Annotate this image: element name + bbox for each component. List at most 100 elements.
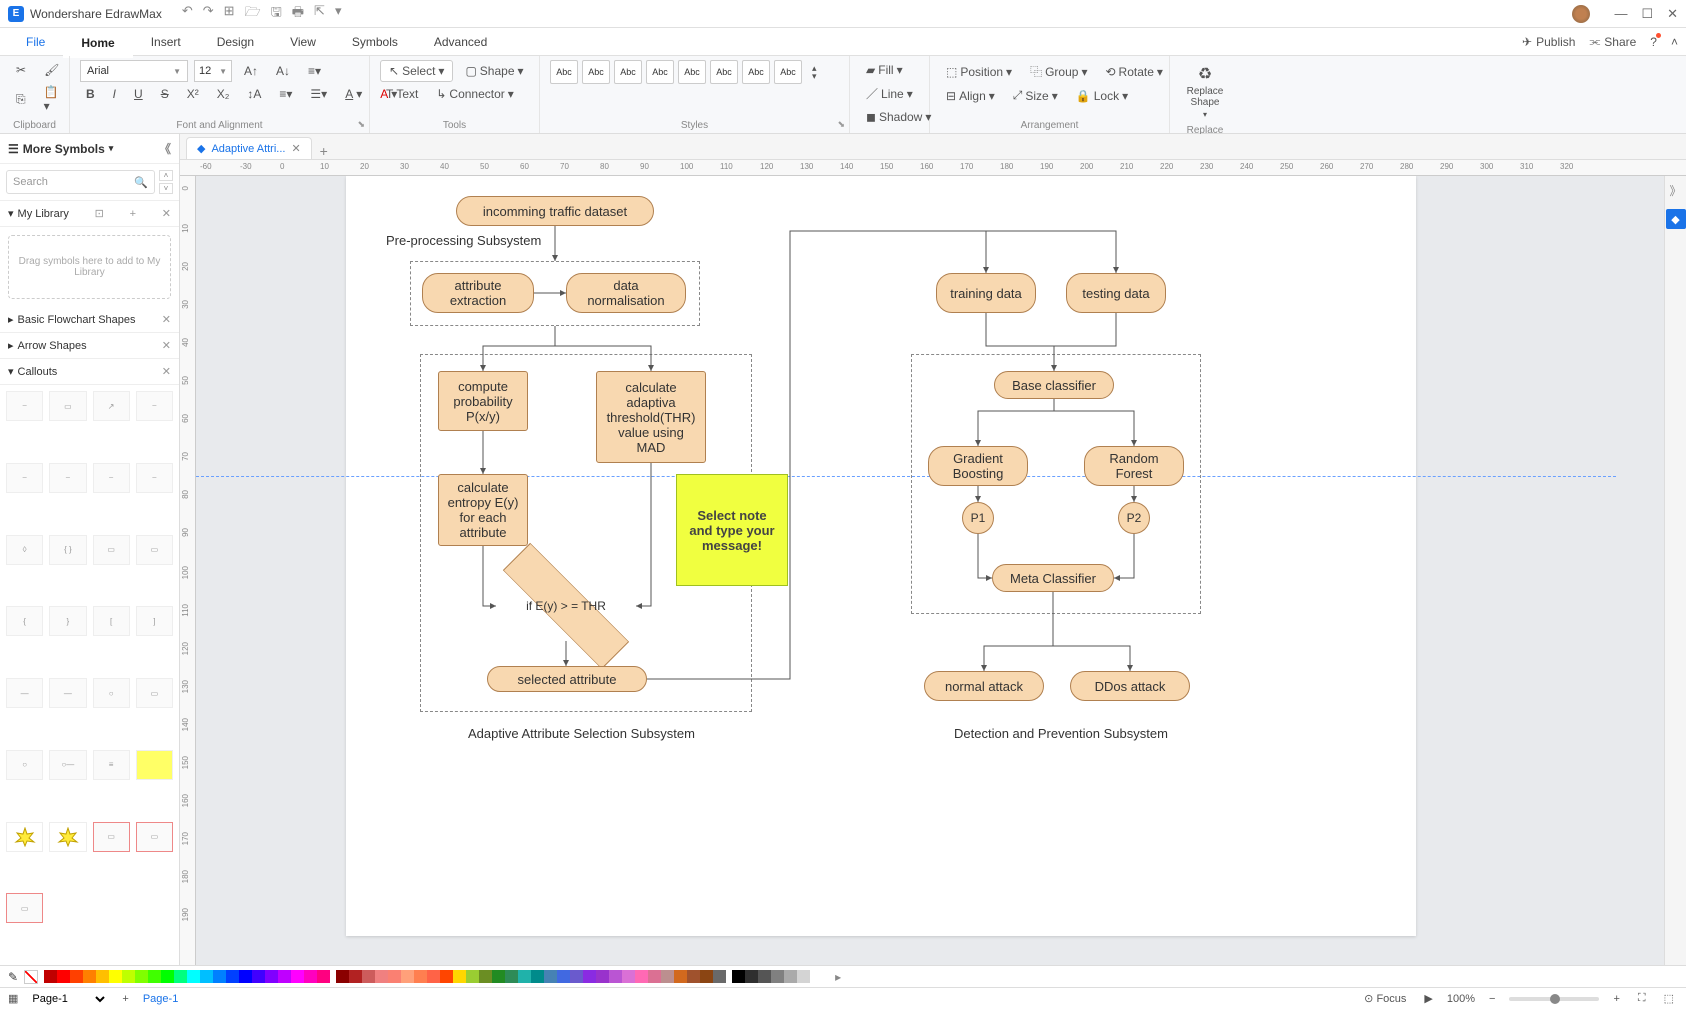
style-preset-1[interactable]: Abc bbox=[550, 60, 578, 84]
color-swatch[interactable] bbox=[362, 970, 375, 983]
save-icon[interactable]: 🖫 bbox=[271, 3, 282, 25]
callout-shape[interactable]: [ bbox=[93, 606, 130, 636]
node-incoming[interactable]: incomming traffic dataset bbox=[456, 196, 654, 226]
color-swatch[interactable] bbox=[135, 970, 148, 983]
style-preset-3[interactable]: Abc bbox=[614, 60, 642, 84]
color-swatch[interactable] bbox=[771, 970, 784, 983]
color-swatch[interactable] bbox=[122, 970, 135, 983]
color-swatch[interactable] bbox=[557, 970, 570, 983]
tab-close-icon[interactable]: ✕ bbox=[291, 142, 300, 155]
color-swatch[interactable] bbox=[700, 970, 713, 983]
callout-shape[interactable]: ⎯ bbox=[136, 463, 173, 493]
connector-tool[interactable]: ↳ Connector ▾ bbox=[430, 84, 519, 104]
color-swatch[interactable] bbox=[674, 970, 687, 983]
color-swatch[interactable] bbox=[427, 970, 440, 983]
shadow-button[interactable]: ◼ Shadow▾ bbox=[860, 107, 937, 127]
section-close-icon[interactable]: ✕ bbox=[162, 313, 171, 326]
panel-collapse-icon[interactable]: 《 bbox=[159, 140, 171, 157]
color-swatch[interactable] bbox=[148, 970, 161, 983]
zoom-out-icon[interactable]: − bbox=[1485, 993, 1499, 1005]
color-swatch[interactable] bbox=[317, 970, 330, 983]
new-icon[interactable]: ⊞ bbox=[224, 3, 235, 25]
style-gallery-more[interactable]: ▴▾ bbox=[806, 61, 823, 83]
arrow-shapes-section[interactable]: ▸ Arrow Shapes✕ bbox=[0, 333, 179, 359]
user-avatar[interactable] bbox=[1572, 5, 1590, 23]
search-up-icon[interactable]: ˄ bbox=[159, 170, 173, 181]
color-swatch[interactable] bbox=[213, 970, 226, 983]
cut-icon[interactable]: ✂ bbox=[10, 60, 32, 80]
node-decision[interactable]: if E(y) > = THR bbox=[496, 571, 636, 641]
color-swatch[interactable] bbox=[265, 970, 278, 983]
callout-note-shape[interactable] bbox=[136, 750, 173, 780]
callout-shape[interactable]: ⎯ bbox=[93, 463, 130, 493]
node-calc-entropy[interactable]: calculate entropy E(y) for each attribut… bbox=[438, 474, 528, 546]
select-tool[interactable]: ↖ Select ▾ bbox=[380, 60, 453, 82]
presentation-icon[interactable]: ▶ bbox=[1420, 992, 1436, 1005]
menu-design[interactable]: Design bbox=[199, 29, 272, 55]
color-swatch[interactable] bbox=[83, 970, 96, 983]
menu-symbols[interactable]: Symbols bbox=[334, 29, 416, 55]
bold-icon[interactable]: B bbox=[80, 84, 101, 104]
color-swatch[interactable] bbox=[713, 970, 726, 983]
group-button[interactable]: ⿻ Group▾ bbox=[1024, 60, 1093, 83]
color-swatch[interactable] bbox=[518, 970, 531, 983]
color-swatch[interactable] bbox=[531, 970, 544, 983]
color-swatch[interactable] bbox=[57, 970, 70, 983]
page-select[interactable]: Page-1 bbox=[28, 992, 108, 1006]
callout-shape[interactable]: ] bbox=[136, 606, 173, 636]
node-ddos[interactable]: DDos attack bbox=[1070, 671, 1190, 701]
right-rail-expand-icon[interactable]: 》 bbox=[1669, 182, 1681, 199]
color-swatch[interactable] bbox=[453, 970, 466, 983]
color-swatch[interactable] bbox=[174, 970, 187, 983]
copy-icon[interactable]: ⎘ bbox=[10, 89, 32, 110]
print-icon[interactable]: 🖶 bbox=[292, 3, 304, 25]
callout-shape[interactable]: ○ bbox=[6, 750, 43, 780]
color-swatch[interactable] bbox=[226, 970, 239, 983]
eyedropper-icon[interactable]: ✎ bbox=[8, 970, 18, 984]
lib-add-icon[interactable]: + bbox=[130, 208, 136, 220]
canvas-scroll[interactable]: incomming traffic dataset Pre-processing… bbox=[196, 176, 1664, 965]
page-tab[interactable]: Page-1 bbox=[143, 993, 178, 1005]
style-preset-2[interactable]: Abc bbox=[582, 60, 610, 84]
font-dialog-launcher[interactable]: ⬊ bbox=[357, 119, 365, 130]
node-selected-attr[interactable]: selected attribute bbox=[487, 666, 647, 692]
color-swatch[interactable] bbox=[187, 970, 200, 983]
italic-icon[interactable]: I bbox=[107, 84, 122, 104]
color-swatch[interactable] bbox=[440, 970, 453, 983]
node-data-norm[interactable]: data normalisation bbox=[566, 273, 686, 313]
callout-shape[interactable]: — bbox=[6, 678, 43, 708]
pages-icon[interactable]: ▦ bbox=[8, 992, 18, 1005]
color-swatch[interactable] bbox=[648, 970, 661, 983]
node-base[interactable]: Base classifier bbox=[994, 371, 1114, 399]
no-fill-swatch[interactable] bbox=[24, 970, 38, 984]
zoom-slider[interactable] bbox=[1509, 997, 1599, 1001]
align-text-icon[interactable]: ≡▾ bbox=[302, 61, 327, 81]
color-swatch[interactable] bbox=[784, 970, 797, 983]
position-button[interactable]: ⬚ Position▾ bbox=[940, 62, 1018, 82]
menu-home[interactable]: Home bbox=[63, 28, 132, 58]
color-swatch[interactable] bbox=[492, 970, 505, 983]
lib-close-icon[interactable]: ✕ bbox=[162, 207, 171, 220]
menu-insert[interactable]: Insert bbox=[133, 29, 199, 55]
color-swatch[interactable] bbox=[161, 970, 174, 983]
style-preset-8[interactable]: Abc bbox=[774, 60, 802, 84]
styles-dialog-launcher[interactable]: ⬊ bbox=[837, 119, 845, 130]
line-button[interactable]: ／ Line▾ bbox=[860, 82, 919, 105]
document-tab[interactable]: ◆Adaptive Attri...✕ bbox=[186, 137, 312, 159]
paste-icon[interactable]: 📋▾ bbox=[38, 82, 65, 116]
color-swatch[interactable] bbox=[570, 970, 583, 983]
focus-button[interactable]: ⊙ Focus bbox=[1360, 992, 1410, 1005]
superscript-icon[interactable]: X² bbox=[181, 84, 205, 104]
library-drop-zone[interactable]: Drag symbols here to add to My Library bbox=[8, 235, 171, 299]
color-swatch[interactable] bbox=[252, 970, 265, 983]
color-swatch[interactable] bbox=[375, 970, 388, 983]
format-painter-icon[interactable]: 🖌 bbox=[38, 60, 65, 80]
style-preset-4[interactable]: Abc bbox=[646, 60, 674, 84]
text-height-icon[interactable]: ↕A bbox=[241, 84, 267, 104]
callout-shape[interactable]: ⎯ bbox=[6, 463, 43, 493]
node-p2[interactable]: P2 bbox=[1118, 502, 1150, 534]
color-swatch[interactable] bbox=[336, 970, 349, 983]
callout-shape[interactable]: { } bbox=[49, 535, 86, 565]
color-swatch[interactable] bbox=[401, 970, 414, 983]
underline-icon[interactable]: U bbox=[128, 84, 149, 104]
